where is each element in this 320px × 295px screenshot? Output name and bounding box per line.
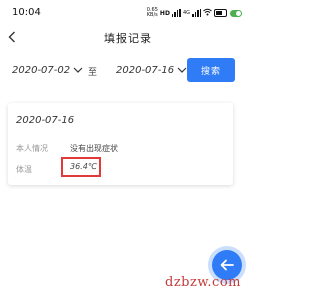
temperature-label: 体温 xyxy=(16,165,32,174)
filter-row: 2020-07-02 至 2020-07-16 搜索 xyxy=(0,56,256,84)
search-button[interactable]: 搜索 xyxy=(187,58,235,82)
record-date: 2020-07-16 xyxy=(16,115,75,126)
end-date-picker[interactable]: 2020-07-16 xyxy=(116,62,187,78)
signal-icon xyxy=(171,9,181,17)
network-speed: 0.65 KB/s xyxy=(146,7,158,18)
chevron-down-icon xyxy=(73,65,83,76)
status-time: 10:04 xyxy=(12,7,41,18)
record-card[interactable]: 2020-07-16 本人情况 没有出现症状 体温 xyxy=(8,103,233,185)
network-type-label: 4G xyxy=(182,10,190,16)
range-separator: 至 xyxy=(88,68,98,78)
status-label: 本人情况 xyxy=(16,144,48,153)
start-date-picker[interactable]: 2020-07-02 xyxy=(12,62,83,78)
status-icons: 0.65 KB/s HD 4G xyxy=(147,8,242,18)
wifi-icon xyxy=(203,8,212,18)
arrow-left-icon xyxy=(220,256,234,275)
back-button[interactable] xyxy=(4,28,20,46)
hd-icon: HD xyxy=(159,9,170,17)
toggle-icon xyxy=(230,9,242,17)
end-date-value: 2020-07-16 xyxy=(116,64,175,76)
chevron-left-icon xyxy=(8,28,16,47)
start-date-value: 2020-07-02 xyxy=(12,64,71,76)
temperature-value: 36.4℃ xyxy=(70,162,97,171)
status-bar: 10:04 0.65 KB/s HD 4G xyxy=(0,0,256,24)
page-title: 填报记录 xyxy=(104,32,152,45)
nav-bar: 填报记录 xyxy=(0,26,256,48)
signal-icon-2 xyxy=(192,9,201,17)
status-value: 没有出现症状 xyxy=(70,144,118,153)
battery-icon xyxy=(214,9,227,17)
chevron-down-icon xyxy=(177,65,187,76)
watermark: dzbzw.com xyxy=(165,275,241,290)
